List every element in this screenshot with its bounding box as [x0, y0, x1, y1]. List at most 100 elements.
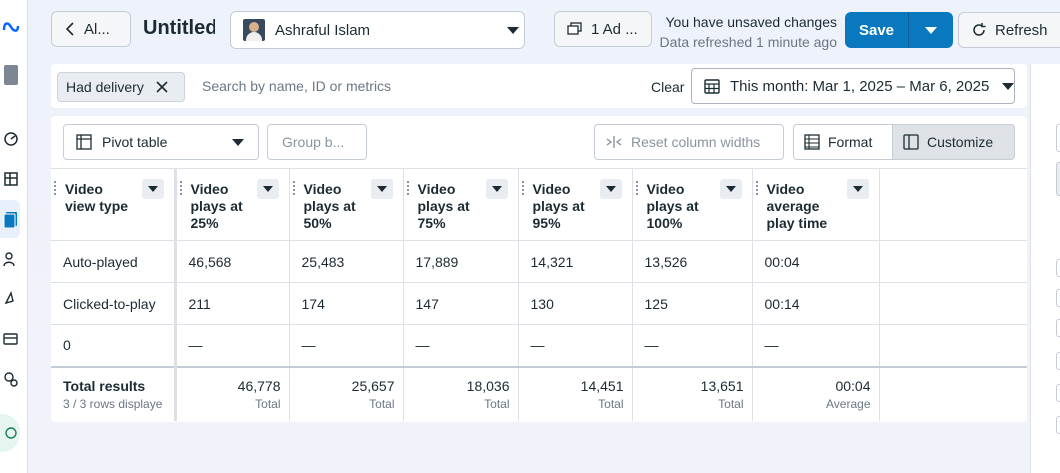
- total-sublabel: Total: [718, 396, 744, 411]
- column-menu-button[interactable]: [599, 179, 622, 199]
- total-cell: 46,778 Total: [175, 365, 290, 421]
- drag-handle-icon[interactable]: [635, 181, 639, 195]
- back-label: Al...: [84, 20, 110, 38]
- column-header[interactable]: Video view type: [51, 168, 177, 241]
- chevron-down-icon: [262, 186, 273, 192]
- column-header[interactable]: Video plays at 100%: [632, 168, 753, 241]
- customize-button[interactable]: Customize: [892, 124, 1015, 160]
- column-menu-button[interactable]: [485, 179, 508, 199]
- table-panel: Pivot table Group b... Reset column widt…: [51, 116, 1027, 422]
- profile-icon[interactable]: [0, 64, 22, 86]
- table-cell: 00:04: [752, 240, 880, 283]
- back-button[interactable]: Al...: [51, 11, 131, 47]
- view-type-selector[interactable]: Pivot table: [63, 124, 259, 160]
- search-input[interactable]: Search by name, ID or metrics: [202, 78, 391, 94]
- table-cell: —: [403, 324, 519, 367]
- audience-icon[interactable]: [0, 248, 22, 270]
- rows-displayed-text: 3 / 3 rows displaye: [63, 396, 163, 411]
- chevron-down-icon: [925, 26, 937, 34]
- refresh-status-text: Data refreshed 1 minute ago: [659, 34, 837, 50]
- filter-bar: Had delivery Search by name, ID or metri…: [51, 64, 1027, 108]
- drag-handle-icon[interactable]: [292, 181, 296, 195]
- ads-selector-label: 1 Ad ...: [591, 20, 638, 38]
- settings-icon[interactable]: [0, 368, 22, 390]
- column-header[interactable]: Video plays at 75%: [403, 168, 519, 241]
- panel-field[interactable]: [1056, 124, 1060, 152]
- total-cell: 25,657 Total: [289, 365, 404, 421]
- chevron-down-icon: [725, 186, 736, 192]
- page-title[interactable]: Untitled: [143, 17, 215, 40]
- campaign-icon[interactable]: [0, 288, 22, 310]
- help-icon[interactable]: [0, 422, 22, 444]
- customize-panel-icon: [903, 134, 919, 150]
- group-by-button[interactable]: Group b...: [267, 124, 367, 160]
- total-cell: 18,036 Total: [403, 365, 519, 421]
- save-options-button[interactable]: [909, 12, 953, 48]
- empty-column: [879, 168, 1027, 241]
- column-header[interactable]: Video plays at 25%: [175, 168, 290, 241]
- customize-side-panel: [1030, 64, 1060, 473]
- total-value: 18,036: [466, 377, 510, 394]
- column-menu-button[interactable]: [370, 179, 393, 199]
- drag-handle-icon[interactable]: [521, 181, 525, 195]
- row-label-cell: Auto-played: [51, 240, 177, 283]
- chevron-down-icon: [232, 138, 244, 146]
- table-cell: 46,568: [175, 240, 290, 283]
- total-sublabel: Total: [598, 396, 624, 411]
- chevron-down-icon: [852, 186, 863, 192]
- filter-chip-label: Had delivery: [66, 79, 144, 95]
- column-header[interactable]: Video average play time: [752, 168, 880, 241]
- filter-chip[interactable]: Had delivery: [57, 72, 185, 102]
- panel-checkbox[interactable]: [1056, 416, 1060, 434]
- save-button[interactable]: Save: [845, 12, 909, 48]
- pivot-table: Video view type Video plays at 25% Video…: [51, 168, 1027, 421]
- total-sublabel: Total: [369, 396, 395, 411]
- reports-icon[interactable]: [0, 208, 22, 230]
- table-cell: 174: [289, 282, 404, 325]
- column-header[interactable]: Video plays at 95%: [518, 168, 633, 241]
- column-menu-button[interactable]: [141, 179, 164, 199]
- dashboard-icon[interactable]: [0, 128, 22, 150]
- total-value: 13,651: [700, 377, 744, 394]
- unsaved-changes-text: You have unsaved changes: [665, 14, 837, 30]
- panel-checkbox[interactable]: [1056, 384, 1060, 402]
- customize-label: Customize: [927, 134, 994, 150]
- panel-field[interactable]: [1056, 162, 1060, 196]
- drag-handle-icon[interactable]: [406, 181, 410, 195]
- close-icon[interactable]: [156, 81, 168, 93]
- drag-handle-icon[interactable]: [54, 181, 57, 195]
- date-range-selector[interactable]: This month: Mar 1, 2025 – Mar 6, 2025: [691, 68, 1015, 104]
- account-name: Ashraful Islam: [275, 21, 371, 39]
- panel-checkbox[interactable]: [1056, 259, 1060, 277]
- table-icon[interactable]: [0, 168, 22, 190]
- panel-checkbox[interactable]: [1056, 319, 1060, 337]
- format-label: Format: [828, 134, 873, 150]
- chevron-down-icon: [605, 186, 616, 192]
- clear-filters-link[interactable]: Clear: [651, 79, 684, 95]
- ads-selector[interactable]: 1 Ad ...: [554, 11, 652, 47]
- reset-column-widths-button[interactable]: Reset column widths: [594, 124, 784, 160]
- pivot-table-icon: [76, 134, 92, 150]
- table-row: Clicked-to-play 211 174 147 130 125 00:1…: [51, 282, 1027, 325]
- total-cell: 00:04 Average: [752, 365, 880, 421]
- calendar-icon: [704, 79, 720, 94]
- column-menu-button[interactable]: [719, 179, 742, 199]
- total-label: Total results: [63, 377, 146, 394]
- panel-checkbox[interactable]: [1056, 352, 1060, 370]
- table-cell: 130: [518, 282, 633, 325]
- table-cell: 211: [175, 282, 290, 325]
- account-selector[interactable]: Ashraful Islam: [230, 11, 525, 49]
- billing-icon[interactable]: [0, 328, 22, 350]
- refresh-button[interactable]: Refresh: [958, 12, 1060, 48]
- drag-handle-icon[interactable]: [755, 181, 759, 195]
- panel-checkbox[interactable]: [1056, 289, 1060, 307]
- column-header-label: Video plays at 100%: [646, 181, 699, 231]
- column-header-label: Video plays at 95%: [532, 181, 585, 231]
- meta-logo-icon[interactable]: [0, 16, 22, 38]
- drag-handle-icon[interactable]: [179, 181, 183, 195]
- column-menu-button[interactable]: [846, 179, 869, 199]
- table-cell: 25,483: [289, 240, 404, 283]
- column-menu-button[interactable]: [256, 179, 279, 199]
- column-header[interactable]: Video plays at 50%: [289, 168, 404, 241]
- format-button[interactable]: Format: [793, 124, 893, 160]
